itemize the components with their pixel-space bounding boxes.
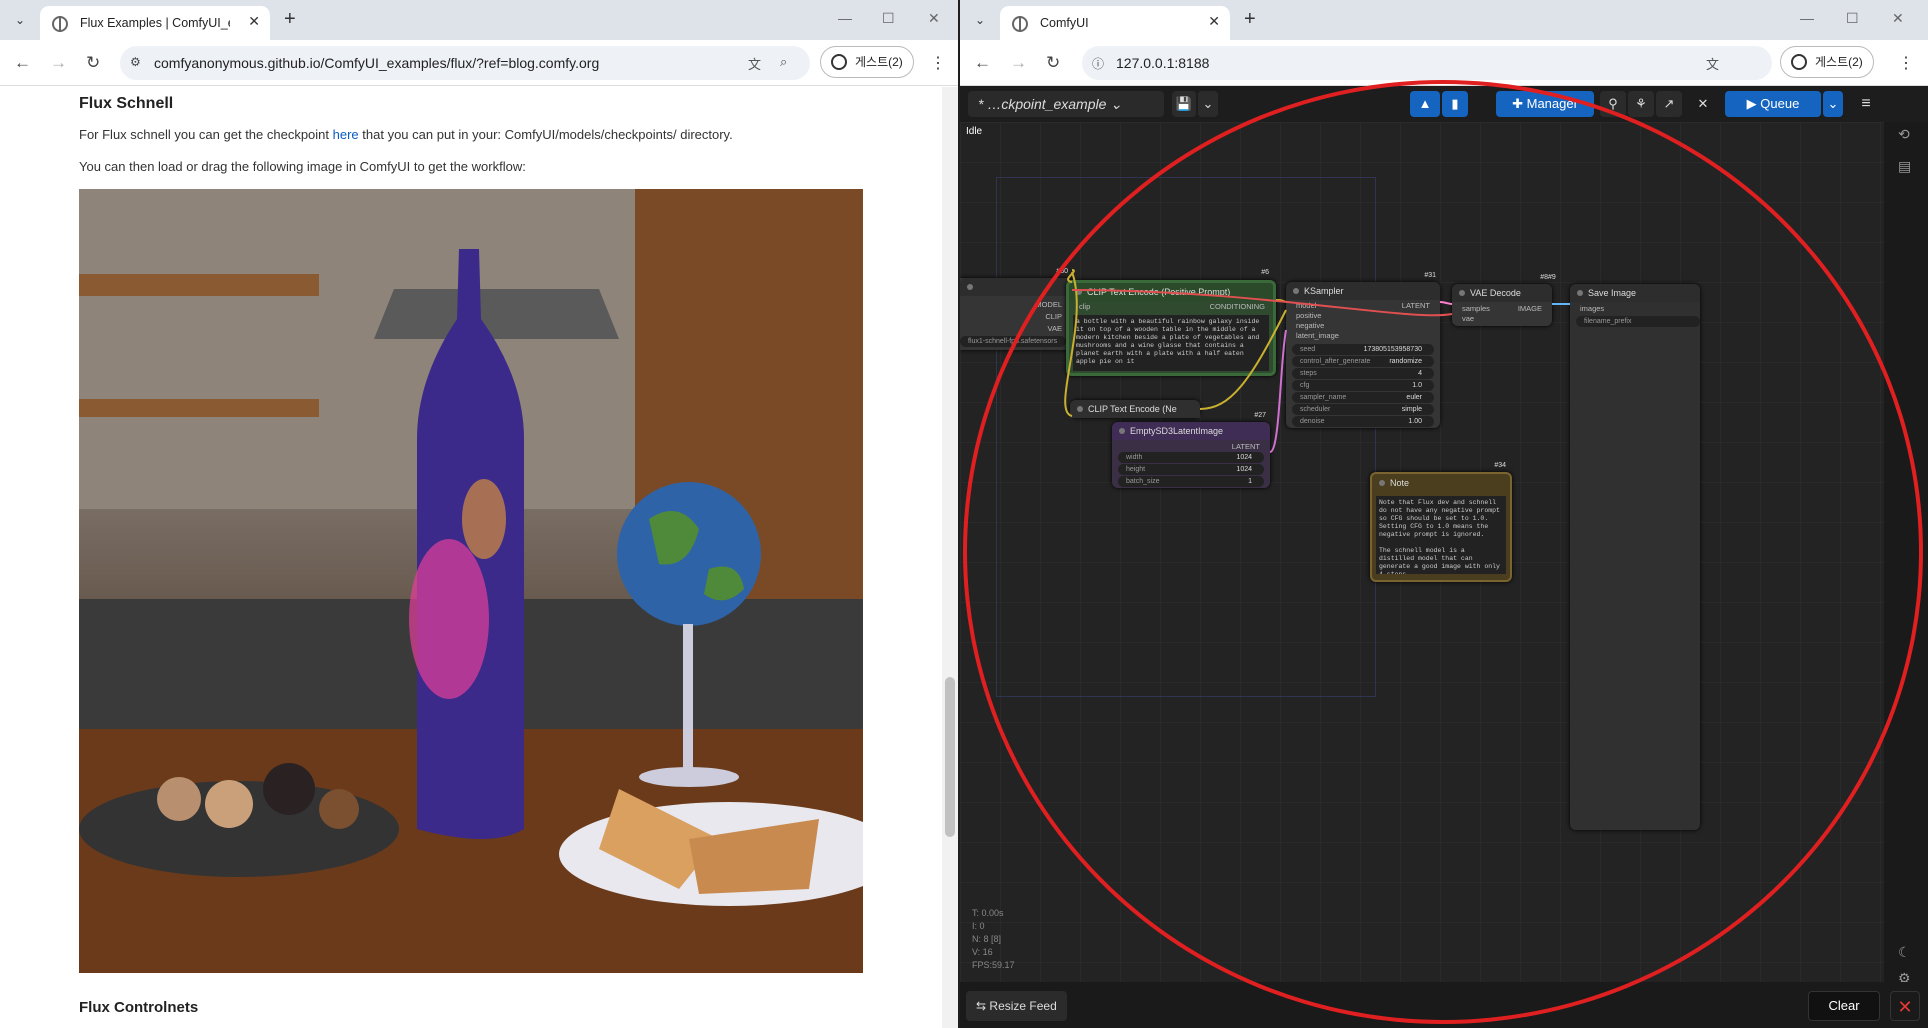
- profile-icon: [831, 54, 847, 70]
- url-text: comfyanonymous.github.io/ComfyUI_example…: [154, 55, 600, 71]
- menu-icon-right[interactable]: ⋮: [1898, 53, 1914, 73]
- minimize-button[interactable]: —: [838, 10, 852, 26]
- profile-label: 게스트(2): [855, 55, 903, 69]
- save-icon[interactable]: 💾: [1172, 91, 1196, 117]
- profile-label-right: 게스트(2): [1815, 55, 1863, 69]
- zoom-icon[interactable]: ⌕: [780, 54, 787, 70]
- para-load-image: You can then load or drag the following …: [79, 159, 526, 174]
- profile-button-right[interactable]: 게스트(2): [1780, 46, 1874, 78]
- tab-title: Flux Examples | ComfyUI_exam: [80, 16, 230, 30]
- stat-line: T: 0.00s: [972, 908, 1004, 918]
- save-menu-chevron-icon[interactable]: ⌄: [1198, 91, 1218, 117]
- page-scrollbar[interactable]: [942, 87, 958, 1028]
- tab-comfyui[interactable]: ComfyUI ✕: [1000, 6, 1230, 40]
- new-tab-button[interactable]: +: [284, 8, 296, 31]
- para1-text-end: that you can put in your: ComfyUI/models…: [358, 127, 733, 142]
- checkpoint-link[interactable]: here: [333, 127, 359, 142]
- back-icon[interactable]: ←: [14, 53, 31, 73]
- menu-icon[interactable]: ⋮: [930, 53, 946, 73]
- web-page: Flux Schnell For Flux schnell you can ge…: [0, 87, 940, 1028]
- scroll-thumb[interactable]: [945, 677, 955, 837]
- flux-example-image[interactable]: [79, 189, 899, 973]
- url-field-right[interactable]: ⓘ 127.0.0.1:8188 文: [1082, 46, 1772, 80]
- resize-feed-button[interactable]: ⇆ Resize Feed: [966, 991, 1067, 1021]
- tab-bar-right: ⌄ ComfyUI ✕ + — ☐ ✕: [960, 0, 1928, 40]
- translate-icon-right[interactable]: 文: [1706, 54, 1719, 73]
- close-tab-icon-right[interactable]: ✕: [1208, 13, 1220, 30]
- bottle-scene-graphic: [79, 189, 899, 973]
- url-field[interactable]: ⚙ comfyanonymous.github.io/ComfyUI_examp…: [120, 46, 810, 80]
- hamburger-menu-icon[interactable]: ≡: [1852, 91, 1880, 117]
- heading-flux-schnell: Flux Schnell: [79, 95, 174, 112]
- forward-icon-right[interactable]: →: [1010, 53, 1027, 73]
- back-icon-right[interactable]: ←: [974, 53, 991, 73]
- queue-list-icon[interactable]: ▤: [1898, 158, 1911, 175]
- heading-flux-controlnets: Flux Controlnets: [79, 999, 199, 1016]
- maximize-button-right[interactable]: ☐: [1846, 10, 1859, 27]
- red-annotation-circle: [963, 80, 1923, 1024]
- close-window-button[interactable]: ✕: [928, 10, 940, 27]
- stat-line: I: 0: [972, 921, 985, 931]
- reload-icon-right[interactable]: ↻: [1046, 53, 1060, 73]
- node-tree-icon[interactable]: ⚘: [1628, 91, 1654, 117]
- close-tab-icon[interactable]: ✕: [248, 13, 260, 30]
- profile-button[interactable]: 게스트(2): [820, 46, 914, 78]
- resize-icon: ⇆: [976, 999, 987, 1013]
- clear-button[interactable]: Clear: [1808, 991, 1880, 1021]
- globe-icon-right: [1012, 16, 1028, 32]
- workflow-selector[interactable]: * …ckpoint_example ⌄: [968, 91, 1164, 117]
- workflow-name: * …ckpoint_example: [978, 96, 1107, 112]
- stat-line: V: 16: [972, 947, 993, 957]
- site-info-icon-right[interactable]: ⓘ: [1092, 55, 1104, 72]
- url-text-right: 127.0.0.1:8188: [1116, 55, 1210, 71]
- chevron-down-icon: ⌄: [1110, 96, 1123, 112]
- address-bar: ← → ↻ ⚙ comfyanonymous.github.io/ComfyUI…: [0, 40, 958, 86]
- theme-moon-icon[interactable]: ☾: [1898, 944, 1911, 961]
- tab-flux-examples[interactable]: Flux Examples | ComfyUI_exam ✕: [40, 6, 270, 40]
- queue-button[interactable]: ▶ Queue: [1725, 91, 1821, 117]
- perf-stats: T: 0.00s I: 0 N: 8 [8] V: 16 FPS:59.17: [972, 907, 1015, 972]
- tab-title-right: ComfyUI: [1040, 16, 1089, 30]
- para-checkpoint: For Flux schnell you can get the checkpo…: [79, 127, 733, 142]
- minimize-button-right[interactable]: —: [1800, 10, 1814, 26]
- left-browser-window: ⌄ Flux Examples | ComfyUI_exam ✕ + — ☐ ✕…: [0, 0, 958, 1028]
- forward-icon[interactable]: →: [50, 53, 67, 73]
- stat-line: FPS:59.17: [972, 960, 1015, 970]
- reload-icon[interactable]: ↻: [86, 53, 100, 73]
- queue-options-chevron-icon[interactable]: ⌄: [1823, 91, 1843, 117]
- share-icon[interactable]: ↗: [1656, 91, 1682, 117]
- close-window-button-right[interactable]: ✕: [1892, 10, 1904, 27]
- close-feed-icon[interactable]: ✕: [1890, 991, 1920, 1021]
- stat-line: N: 8 [8]: [972, 934, 1002, 944]
- history-icon[interactable]: ⟲: [1898, 126, 1910, 143]
- close-menu-icon[interactable]: ✕: [1690, 91, 1716, 117]
- tab-bar: ⌄ Flux Examples | ComfyUI_exam ✕ + — ☐ ✕: [0, 0, 958, 40]
- profile-icon-right: [1791, 54, 1807, 70]
- para1-text: For Flux schnell you can get the checkpo…: [79, 127, 333, 142]
- queue-label: Queue: [1760, 96, 1800, 111]
- site-info-icon[interactable]: ⚙: [130, 55, 141, 69]
- translate-icon[interactable]: 文: [748, 54, 761, 73]
- resize-feed-label: Resize Feed: [989, 999, 1057, 1013]
- globe-icon: [52, 16, 68, 32]
- maximize-button[interactable]: ☐: [882, 10, 895, 27]
- tab-search-icon[interactable]: ⌄: [8, 8, 32, 32]
- new-tab-button-right[interactable]: +: [1244, 8, 1256, 31]
- tab-search-icon-right[interactable]: ⌄: [968, 8, 992, 32]
